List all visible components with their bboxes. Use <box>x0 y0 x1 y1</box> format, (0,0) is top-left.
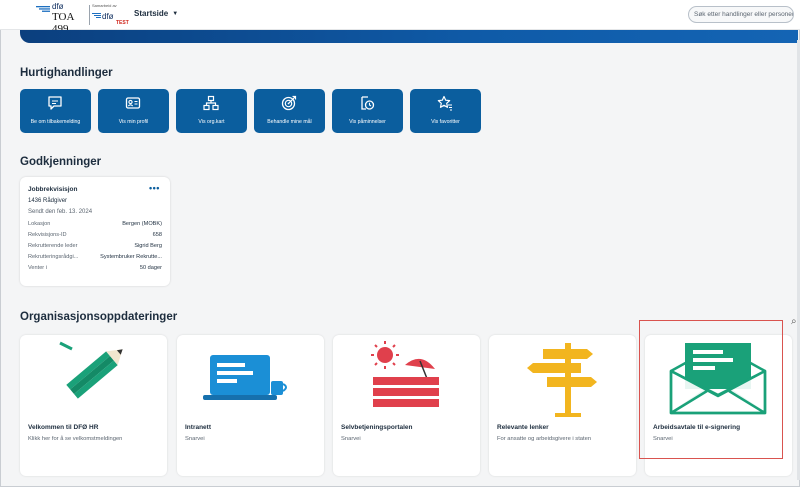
quick-actions-title: Hurtighandlinger <box>20 67 113 79</box>
approval-row: Rekrutterende leder Sigrid Berg <box>28 243 162 249</box>
approval-row-value: Sigrid Berg <box>134 243 162 249</box>
approvals-title: Godkjenninger <box>20 156 102 168</box>
secondary-brand: dfø <box>102 12 114 21</box>
approval-row-value: 658 <box>152 232 162 238</box>
secondary-logo: Samarbeid av dfø TEST <box>92 3 132 27</box>
org-tile-selfservice[interactable]: Selvbetjeningsportalen Snarvei <box>333 335 480 476</box>
approval-card-date: Sendt den feb. 13. 2024 <box>28 209 93 215</box>
approval-row-key: Rekrutteringsrådgi... <box>28 254 79 260</box>
quick-action-goals[interactable]: Behandle mine mål <box>254 89 325 133</box>
nav-menu-label: Startside <box>134 9 169 18</box>
org-tile-links[interactable]: Relevante lenker For ansatte og arbeidsg… <box>489 335 636 476</box>
favorites-icon <box>437 95 452 111</box>
quick-action-label: Vis påminnelser <box>349 119 386 125</box>
approval-row-key: Rekrutterende leder <box>28 243 78 249</box>
approval-card-title: Jobbrekvisisjon <box>28 186 78 193</box>
approval-row: Rekrutteringsrådgi... Systembruker Rekru… <box>28 254 162 260</box>
approval-row-key: Venter i <box>28 265 47 271</box>
org-tile-subtitle: Snarvei <box>341 436 361 442</box>
quick-action-profile[interactable]: Vis min profil <box>98 89 169 133</box>
header-divider <box>89 5 90 25</box>
approval-row: Lokasjon Bergen (MOBK) <box>28 221 162 227</box>
org-updates-title: Organisasjonsoppdateringer <box>20 311 178 323</box>
dfo-mark-small-icon <box>92 13 101 18</box>
test-badge: TEST <box>116 20 129 26</box>
org-chart-icon <box>203 95 219 111</box>
approval-row-key: Lokasjon <box>28 221 51 227</box>
quick-action-label: Behandle mine mål <box>267 119 312 125</box>
brand-text: dfø <box>52 2 64 11</box>
org-tile-title: Relevante lenker <box>497 424 549 431</box>
nav-menu-button[interactable]: Startside ▼ <box>134 9 178 18</box>
org-tile-subtitle: Klikk her for å se velkomstmeldingen <box>28 436 123 442</box>
org-tile-title: Intranett <box>185 424 211 431</box>
beach-illustration-icon <box>371 341 439 407</box>
mouse-cursor-icon: ⌕ <box>791 316 797 327</box>
org-tile-subtitle: Snarvei <box>185 436 205 442</box>
org-tile-title: Velkommen til DFØ HR <box>28 424 99 431</box>
secondary-small-text: Samarbeid av <box>92 3 117 8</box>
org-tile-title: Selvbetjeningsportalen <box>341 424 413 431</box>
approval-row-value: 50 dager <box>139 265 162 271</box>
pencil-illustration-icon <box>59 341 123 399</box>
approval-row-key: Rekvisisjons-ID <box>28 232 67 238</box>
company-logo[interactable]: dfø TOA 499 <box>30 2 88 35</box>
approval-card[interactable]: Jobbrekvisisjon ••• 1436 Rådgiver Sendt … <box>20 177 170 286</box>
org-tile-subtitle: For ansatte og arbeidsgivere i staten <box>497 436 592 442</box>
header-banner <box>20 30 798 43</box>
quick-action-org-chart[interactable]: Vis org.kart <box>176 89 247 133</box>
quick-action-label: Vis org.kart <box>198 119 225 125</box>
approval-row: Venter i 50 dager <box>28 265 162 271</box>
quick-action-feedback[interactable]: Be om tilbakemelding <box>20 89 91 133</box>
dfo-mark-icon <box>36 6 50 12</box>
shell-header: dfø TOA 499 Samarbeid av dfø TEST Starts… <box>0 0 800 35</box>
laptop-coffee-illustration-icon <box>203 355 287 400</box>
approval-row-value: Systembruker Rekrutte... <box>100 254 162 260</box>
highlight-annotation <box>639 320 783 459</box>
quick-action-label: Vis min profil <box>118 119 149 125</box>
quick-action-favorites[interactable]: Vis favoritter <box>410 89 481 133</box>
feedback-icon <box>48 96 62 110</box>
target-icon <box>281 95 297 111</box>
org-tile-intranet[interactable]: Intranett Snarvei <box>177 335 324 476</box>
approval-row-value: Bergen (MOBK) <box>122 221 162 227</box>
chevron-down-icon: ▼ <box>172 10 179 17</box>
reminder-icon <box>361 96 375 110</box>
org-tile-welcome[interactable]: Velkommen til DFØ HR Klikk her for å se … <box>20 335 167 476</box>
approval-row: Rekvisisjons-ID 658 <box>28 232 162 238</box>
profile-card-icon <box>125 97 141 109</box>
quick-action-label: Vis favoritter <box>431 119 460 125</box>
more-options-icon[interactable]: ••• <box>149 183 160 193</box>
approval-card-subtitle: 1436 Rådgiver <box>28 198 68 204</box>
search-input[interactable]: Søk etter handlinger eller personer <box>688 6 794 23</box>
quick-action-reminders[interactable]: Vis påminnelser <box>332 89 403 133</box>
signpost-illustration-icon <box>527 343 597 417</box>
quick-action-label: Be om tilbakemelding <box>30 119 81 125</box>
